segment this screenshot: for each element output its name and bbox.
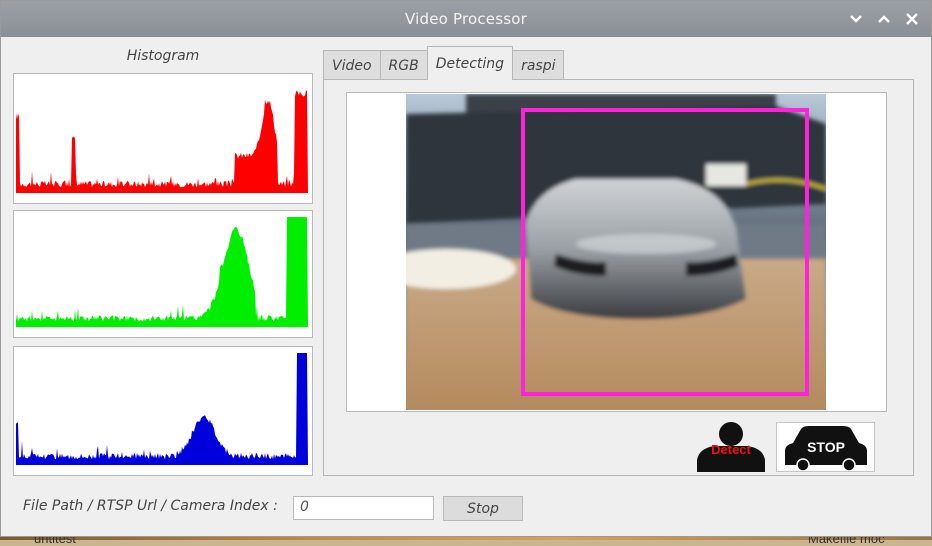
blue-histogram-trace <box>16 353 308 465</box>
tab-bar: Video RGB Detecting raspi <box>323 46 565 80</box>
stop-button[interactable]: Stop <box>443 496 523 521</box>
window-title: Video Processor <box>404 10 528 28</box>
stop-car-button[interactable]: STOP <box>776 422 875 472</box>
camera-feed-image <box>406 94 826 410</box>
window-controls <box>847 10 921 28</box>
title-bar[interactable]: Video Processor <box>1 1 931 37</box>
source-path-input[interactable]: 0 <box>293 496 434 520</box>
chevron-down-icon <box>850 15 862 23</box>
histogram-green <box>13 210 313 338</box>
person-icon: Detect <box>697 422 765 472</box>
tab-detecting[interactable]: Detecting <box>426 46 514 80</box>
red-histogram-trace <box>16 90 308 193</box>
histogram-red <box>13 73 313 204</box>
green-histogram-trace <box>16 217 308 327</box>
close-icon <box>906 13 918 25</box>
tab-rgb[interactable]: RGB <box>379 50 428 80</box>
source-path-label: File Path / RTSP Url / Camera Index : <box>23 498 278 514</box>
histogram-blue <box>13 346 313 476</box>
minimize-button[interactable] <box>847 10 865 28</box>
detecting-panel: Detect STOP <box>323 79 914 476</box>
stop-sign-label: STOP <box>807 439 845 455</box>
histogram-title: Histogram <box>126 48 200 64</box>
app-window: Video Processor Histogram Video RGB Dete… <box>0 0 932 537</box>
detect-label: Detect <box>711 442 751 457</box>
tab-video[interactable]: Video <box>323 50 381 80</box>
car-icon: STOP <box>785 426 867 472</box>
video-frame <box>346 92 887 412</box>
maximize-button[interactable] <box>875 10 893 28</box>
close-button[interactable] <box>903 10 921 28</box>
tab-raspi[interactable]: raspi <box>512 50 565 80</box>
chevron-up-icon <box>878 15 890 23</box>
detect-person-button[interactable]: Detect <box>695 420 767 472</box>
